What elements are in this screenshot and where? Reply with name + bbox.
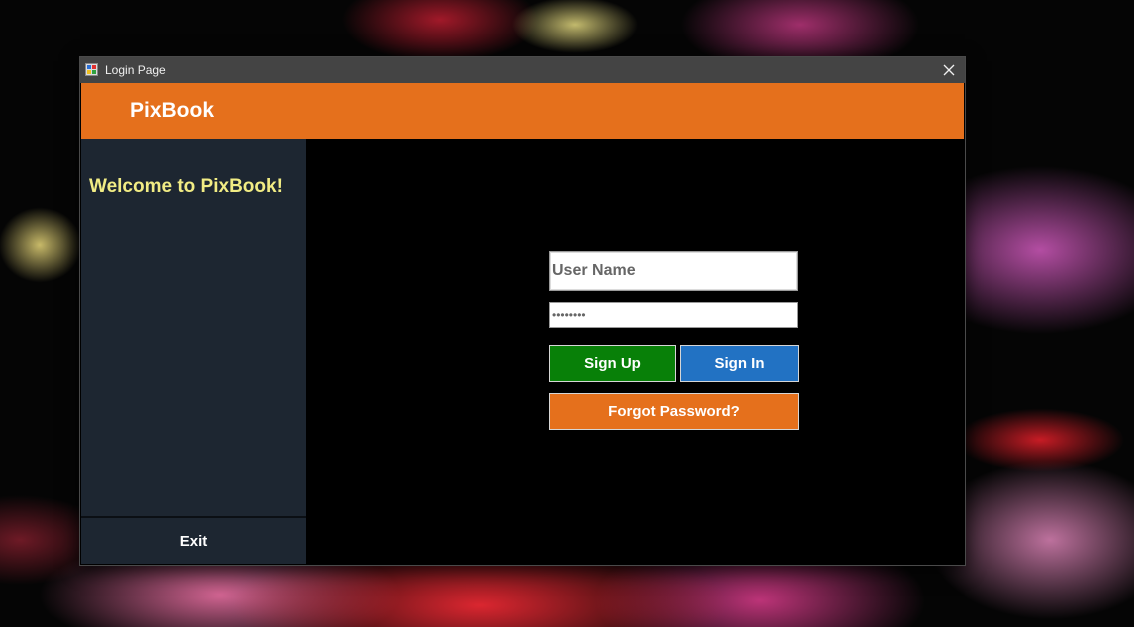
title-bar[interactable]: Login Page <box>80 57 965 83</box>
login-window: Login Page PixBook Welcome to PixBook! E… <box>80 57 965 565</box>
app-window-icon <box>85 63 98 76</box>
brand-title: PixBook <box>130 99 215 122</box>
sign-up-button[interactable]: Sign Up <box>549 345 676 382</box>
welcome-text: Welcome to PixBook! <box>89 176 283 197</box>
password-input[interactable] <box>549 302 798 328</box>
sign-in-button[interactable]: Sign In <box>680 345 799 382</box>
app-header: PixBook <box>81 83 964 139</box>
window-title: Login Page <box>105 63 166 77</box>
close-icon[interactable] <box>933 57 965 83</box>
forgot-password-button[interactable]: Forgot Password? <box>549 393 799 430</box>
sidebar: Welcome to PixBook! Exit <box>81 139 306 564</box>
exit-button[interactable]: Exit <box>81 516 306 564</box>
username-input[interactable] <box>549 251 798 291</box>
